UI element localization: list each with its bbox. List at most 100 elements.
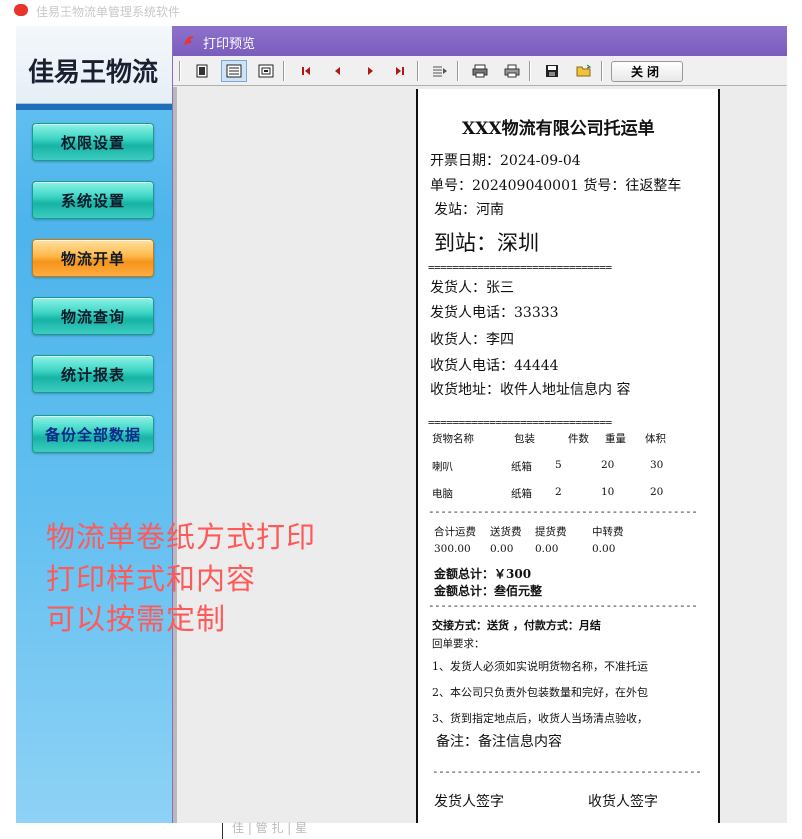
fee-header-cell: 合计运费 [434,526,476,538]
goods-header-cell: 重量 [605,433,626,445]
menu-button-label: 备份全部数据 [44,425,141,444]
menu-button-permissions[interactable]: 权限设置 [32,123,154,161]
receipt-paper: XXX物流有限公司托运单 开票日期：2024-09-04 单号：20240904… [416,89,720,823]
caption-line: 物流单卷纸方式打印 [46,520,317,554]
goods-header-cell: 包装 [514,433,535,445]
background-status-strip: 佳 | 管 扎 | 星 [176,821,802,839]
screen: 佳易王物流单管理系统软件 佳易王物流 权限设置 系统设置 物流开单 物流查询 统… [0,0,802,839]
goods-header-cell: 件数 [568,433,589,445]
fee-value-cell: 300.00 [434,543,471,555]
first-page-icon[interactable] [293,60,319,82]
background-status-text: 佳 | 管 扎 | 星 [232,821,308,835]
goods-cell: 电脑 [432,488,453,500]
toolbar-separator [179,61,181,81]
receipt-dash-line: ----------------------------------------… [428,505,698,518]
receipt-rule: 1、发货人必须如实说明货物名称，不准托运 [432,660,648,673]
receipt-separator: ============================== [428,416,612,429]
receipt-shipper: 发货人：张三 [430,280,514,296]
receipt-receiver: 收货人：李四 [430,332,514,348]
receipt-title: XXX物流有限公司托运单 [462,119,655,139]
receipt-shipper-phone: 发货人电话：33333 [430,305,559,321]
receipt-rule: 2、本公司只负责外包装数量和完好，在外包 [432,686,648,699]
menu-button-label: 物流开单 [60,249,125,268]
fee-value-cell: 0.00 [592,543,616,555]
fee-value-cell: 0.00 [490,543,514,555]
goods-header-cell: 体积 [645,433,666,445]
app-logo-icon [14,4,28,16]
menu-button-query[interactable]: 物流查询 [32,297,154,335]
previous-page-icon[interactable] [325,60,351,82]
menu-button-label: 统计报表 [60,365,125,384]
menu-button-create-waybill[interactable]: 物流开单 [32,239,154,277]
goods-cell: 20 [601,459,615,471]
save-icon[interactable] [539,60,565,82]
open-folder-icon[interactable] [571,60,597,82]
page-width-view-icon[interactable] [221,60,247,82]
fee-header-cell: 提货费 [535,526,567,538]
goods-cell: 纸箱 [511,461,532,473]
goods-cell: 30 [650,459,664,471]
fee-value-cell: 0.00 [535,543,559,555]
receipt-receiver-phone: 收货人电话：44444 [430,358,559,374]
menu-button-label: 权限设置 [60,133,125,152]
print-icon[interactable] [499,60,525,82]
goods-cell: 2 [555,486,562,498]
next-page-icon[interactable] [357,60,383,82]
receipt-separator: ============================== [428,261,612,274]
receipt-date: 开票日期：2024-09-04 [430,153,581,169]
receipt-order-number: 单号：202409040001 货号：往返整车 [430,178,682,194]
main-app-window: 佳易王物流 权限设置 系统设置 物流开单 物流查询 统计报表 备份全部数据 [16,26,176,823]
zoom-page-icon[interactable] [253,60,279,82]
menu-button-label: 物流查询 [60,307,125,326]
printer-setup-icon[interactable] [467,60,493,82]
fee-header-cell: 送货费 [490,526,522,538]
app-header: 佳易王物流 [16,26,176,104]
receipt-delivery-line: 交接方式：送货 ，付款方式：月结 [432,619,601,632]
goods-header-cell: 货物名称 [432,433,474,445]
toolbar-separator [283,61,285,81]
dialog-titlebar[interactable]: 打印预览 [173,26,787,56]
background-window-title: 佳易王物流单管理系统软件 [36,5,181,19]
receipt-total-chinese: 金额总计：叁佰元整 [434,584,543,598]
header-divider [16,104,176,110]
receipt-requirements-title: 回单要求： [432,638,485,650]
menu-button-reports[interactable]: 统计报表 [32,355,154,393]
toolbar-separator [457,61,459,81]
goods-cell: 20 [650,486,664,498]
app-title: 佳易王物流 [28,58,159,88]
dialog-title: 打印预览 [203,37,256,52]
toolbar-separator [417,61,419,81]
preview-left-edge [173,87,177,823]
goods-cell: 喇叭 [432,461,453,473]
single-page-view-icon[interactable] [189,60,215,82]
receipt-shipper-signature: 发货人签字 [434,794,504,810]
background-window-title-strip: 佳易王物流单管理系统软件 [0,0,802,22]
print-preview-dialog: 打印预览 关闭 XXX物流有限公司托运单 开票日期：2024-09-04 单号：… [172,26,787,823]
receipt-to-station: 到站：深圳 [434,231,539,255]
menu-button-label: 系统设置 [60,191,125,210]
receipt-total-amount: 金额总计：￥300 [434,567,532,581]
receipt-rule: 3、货到指定地点后，收货人当场清点验收， [432,712,648,725]
toolbar-separator [529,61,531,81]
goods-cell: 10 [601,486,615,498]
status-divider [222,823,223,839]
receipt-from-station: 发站：河南 [434,202,504,218]
menu-button-backup[interactable]: 备份全部数据 [32,415,154,453]
print-preview-logo-icon [184,36,194,45]
receipt-remark: 备注：备注信息内容 [436,734,562,750]
close-preview-button[interactable]: 关闭 [611,61,683,82]
toolbar-separator [601,61,603,81]
goto-page-icon[interactable] [427,60,453,82]
preview-toolbar: 关闭 [173,56,787,86]
menu-button-system-settings[interactable]: 系统设置 [32,181,154,219]
fee-header-cell: 中转费 [592,526,624,538]
receipt-receiver-address: 收货地址：收件人地址信息内 容 [430,382,631,398]
goods-cell: 5 [555,459,562,471]
goods-cell: 纸箱 [511,488,532,500]
last-page-icon[interactable] [387,60,413,82]
caption-line: 可以按需定制 [46,602,227,636]
receipt-dash-line: ----------------------------------------… [428,599,698,612]
receipt-receiver-signature: 收货人签字 [588,794,658,810]
caption-line: 打印样式和内容 [46,562,257,596]
receipt-dash-line: ----------------------------------------… [432,765,702,778]
